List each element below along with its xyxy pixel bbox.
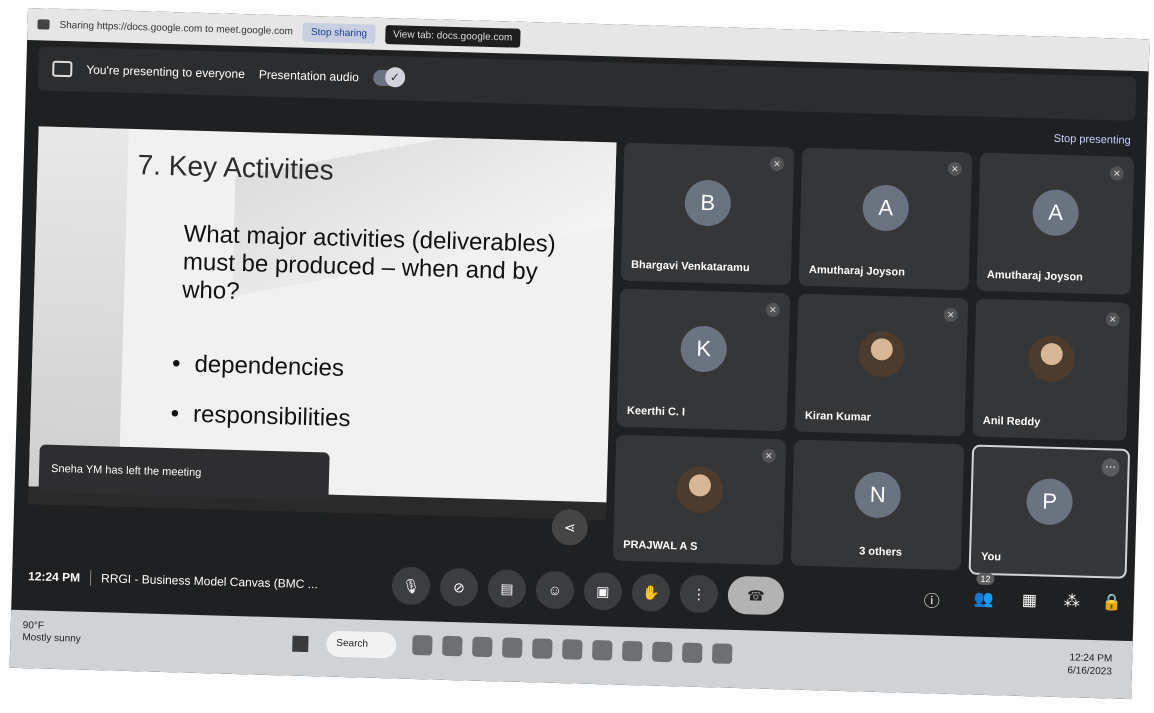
screen-share-icon — [37, 19, 50, 30]
slide-bullet: dependencies — [172, 350, 344, 383]
app-icon[interactable] — [681, 642, 703, 664]
weather-condition: Mostly sunny — [22, 632, 81, 645]
system-tray-clock[interactable]: 12:24 PM 6/16/2023 — [1067, 651, 1112, 678]
divider — [89, 569, 92, 586]
participant-tile[interactable]: B ✕ Bhargavi Venkataramu — [620, 142, 795, 286]
sharing-message: Sharing https://docs.google.com to meet.… — [59, 19, 294, 37]
participant-name: Keerthi C. I — [626, 404, 686, 419]
left-meeting-toast: Sneha YM has left the meeting — [38, 444, 330, 501]
taskbar-search[interactable]: Search — [326, 630, 397, 659]
participant-tile[interactable]: A ✕ Amutharaj Joyson — [976, 152, 1135, 295]
share-icon[interactable]: ⋖ — [551, 508, 589, 546]
presentation-audio-label: Presentation audio — [258, 67, 360, 85]
people-count-badge: 12 — [976, 572, 995, 586]
avatar: P — [1025, 477, 1074, 526]
participant-name: Bhargavi Venkataramu — [630, 258, 750, 275]
stop-sharing-button[interactable]: Stop sharing — [302, 22, 376, 44]
mic-off-icon: ✕ — [1109, 166, 1124, 181]
activities-icon[interactable]: ⁂ — [1064, 591, 1081, 611]
present-screen-icon — [52, 60, 73, 78]
participant-tile[interactable]: K ✕ Keerthi C. I — [616, 288, 791, 432]
avatar: N — [854, 471, 902, 519]
avatar: A — [1032, 189, 1080, 237]
participant-tile[interactable]: ✕ PRAJWAL A S — [612, 434, 787, 566]
presentation-area: 7. Key Activities What major activities … — [28, 126, 617, 546]
mic-off-icon: ✕ — [1105, 312, 1120, 327]
windows-start-icon[interactable] — [292, 635, 309, 653]
participant-name: 3 others — [858, 545, 903, 559]
slide-body: What major activities (deliverables) mus… — [181, 220, 557, 306]
mic-off-icon: ✕ — [769, 156, 785, 172]
edge-icon[interactable] — [532, 638, 553, 659]
participant-name: You — [980, 550, 1002, 564]
participant-tile[interactable]: ✕ Anil Reddy — [972, 298, 1131, 441]
clock-time: 12:24 PM — [1069, 652, 1113, 665]
meeting-title: RRGI - Business Model Canvas (BMC ... — [100, 571, 318, 592]
participant-name: Amutharaj Joyson — [986, 268, 1084, 284]
avatar: B — [684, 179, 732, 227]
participant-tile[interactable]: ✕ Kiran Kumar — [794, 293, 969, 437]
meet-screen: Sharing https://docs.google.com to meet.… — [9, 8, 1150, 700]
mic-off-icon: ✕ — [947, 161, 963, 177]
clock-date: 6/16/2023 — [1067, 665, 1113, 678]
participant-name: Anil Reddy — [982, 414, 1041, 429]
file-explorer-icon[interactable] — [502, 637, 523, 659]
people-icon[interactable]: 👥 — [974, 589, 994, 610]
presenting-text: You're presenting to everyone — [86, 62, 246, 82]
chrome-icon[interactable] — [562, 639, 583, 660]
avatar: K — [680, 325, 728, 373]
mic-off-icon: ✕ — [943, 307, 958, 323]
slide-title: 7. Key Activities — [137, 149, 335, 186]
chat-app-icon[interactable] — [442, 635, 463, 657]
avatar: A — [862, 184, 910, 232]
mic-off-icon: ✕ — [765, 302, 781, 318]
app-icon[interactable] — [622, 640, 643, 662]
presentation-audio-toggle[interactable] — [372, 69, 404, 87]
weather-temp: 90°F — [22, 620, 45, 632]
chat-icon[interactable]: ▦ — [1022, 590, 1038, 610]
avatar — [858, 330, 906, 378]
self-tile[interactable]: P ⋯ You — [968, 444, 1131, 579]
participant-tile[interactable]: N 3 others — [790, 439, 965, 571]
app-icon[interactable] — [592, 640, 613, 661]
avatar — [676, 466, 724, 514]
participant-tile[interactable]: A ✕ Amutharaj Joyson — [798, 147, 973, 291]
meeting-time: 12:24 PM — [27, 569, 81, 585]
stop-presenting-button[interactable]: Stop presenting — [1054, 133, 1131, 147]
app-icon[interactable] — [651, 641, 673, 663]
view-tab-button[interactable]: View tab: docs.google.com — [384, 24, 521, 48]
app-icon[interactable] — [711, 643, 733, 664]
weather-widget[interactable]: 90°F Mostly sunny — [22, 620, 81, 646]
host-controls-icon[interactable]: 🔒 — [1102, 592, 1122, 613]
participant-name: Kiran Kumar — [804, 409, 872, 424]
opera-icon[interactable] — [472, 636, 493, 658]
task-view-icon[interactable] — [412, 634, 433, 656]
leave-call-button[interactable]: ☎ — [727, 575, 785, 616]
more-options-icon[interactable]: ⋯ — [1101, 458, 1120, 477]
participant-name: PRAJWAL A S — [623, 538, 698, 553]
info-icon[interactable]: ⓘ — [924, 587, 941, 611]
avatar — [1027, 335, 1076, 383]
slide-bullet: responsibilities — [170, 400, 351, 433]
mic-off-icon: ✕ — [761, 448, 776, 464]
participant-name: Amutharaj Joyson — [808, 263, 906, 279]
